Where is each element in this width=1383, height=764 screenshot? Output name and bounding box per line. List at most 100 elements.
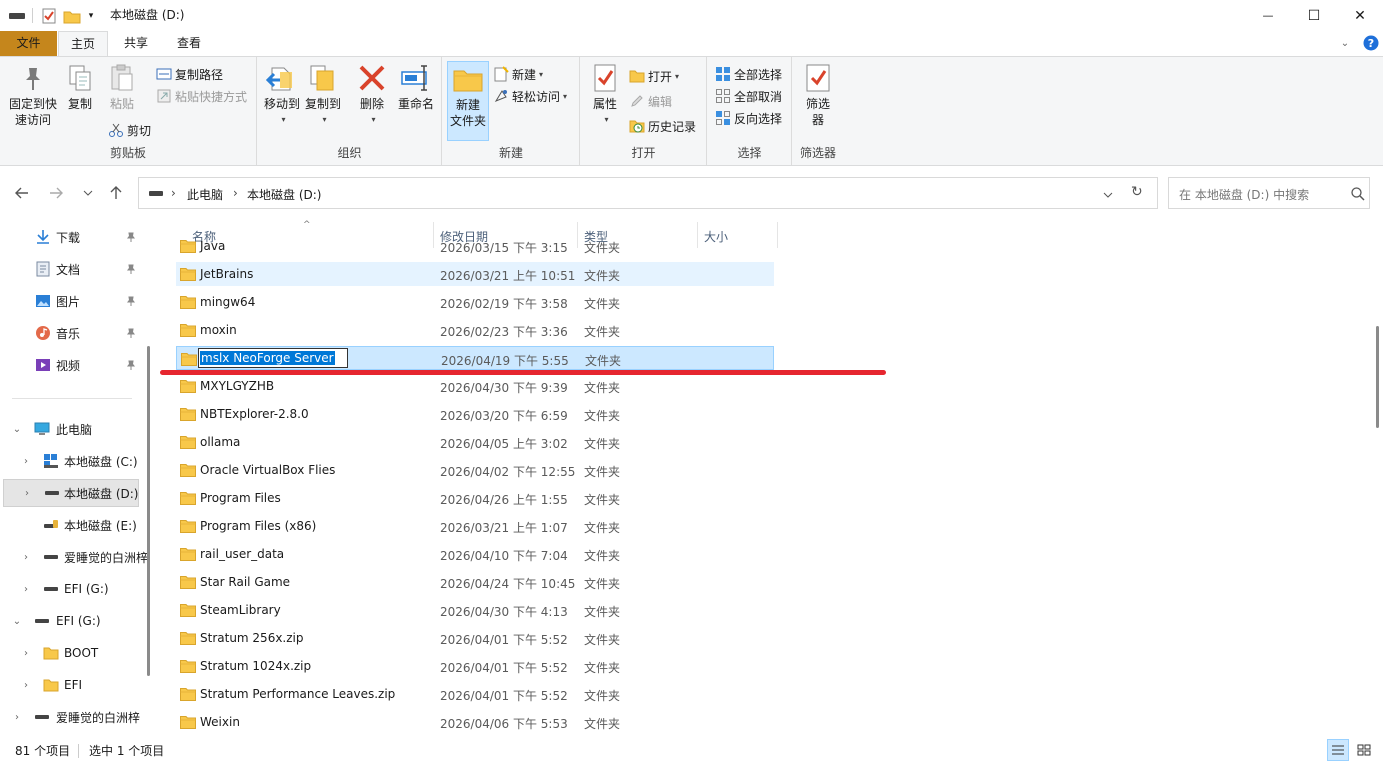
nav-item-drive-f-root[interactable]: › 爱睡觉的白洲梓 — [0, 703, 150, 731]
nav-item-videos[interactable]: 视频 — [0, 351, 150, 379]
select-all-button[interactable]: 全部选择 — [715, 65, 782, 83]
file-row[interactable]: Weixin 2026/04/06 下午 5:53 文件夹 — [176, 710, 774, 734]
maximize-button[interactable]: ☐ — [1291, 0, 1337, 31]
nav-item-drive-c[interactable]: › 本地磁盘 (C:) — [0, 447, 150, 475]
filter-button[interactable]: 筛选 器 — [800, 62, 836, 128]
address-dropdown-icon[interactable] — [1103, 187, 1113, 201]
rename-button[interactable]: 重命名 — [394, 62, 438, 112]
file-row[interactable]: Program Files (x86) 2026/03/21 上午 1:07 文件夹 — [176, 514, 774, 538]
column-separator[interactable] — [777, 222, 778, 248]
chevron-right-icon[interactable]: › — [20, 679, 32, 691]
paste-button[interactable]: 粘贴 — [104, 62, 140, 112]
refresh-icon[interactable]: ↻ — [1131, 184, 1143, 200]
file-row[interactable]: Oracle VirtualBox Flies 2026/04/02 下午 12:… — [176, 458, 774, 482]
nav-item-drive-d[interactable]: › 本地磁盘 (D:) — [3, 479, 139, 507]
file-row[interactable]: JetBrains 2026/03/21 上午 10:51 文件夹 — [176, 262, 774, 286]
file-row[interactable]: Program Files 2026/04/26 上午 1:55 文件夹 — [176, 486, 774, 510]
search-icon[interactable] — [1351, 187, 1365, 201]
file-name: Stratum 256x.zip — [200, 631, 304, 645]
chevron-right-icon[interactable]: › — [21, 487, 33, 499]
rename-input[interactable]: mslx NeoForge Server — [198, 348, 348, 368]
chevron-down-icon[interactable]: ⌄ — [11, 423, 23, 435]
file-row[interactable]: MXYLGYZHB 2026/04/30 下午 9:39 文件夹 — [176, 374, 774, 398]
new-folder-button[interactable]: 新建 文件夹 — [447, 61, 489, 141]
back-button[interactable] — [12, 183, 32, 203]
pin-quick-access-button[interactable]: 固定到快 速访问 — [6, 62, 60, 128]
file-list-scrollbar[interactable] — [1372, 222, 1383, 738]
breadcrumb-item-drive-d[interactable]: 本地磁盘 (D:) — [247, 186, 321, 203]
address-bar[interactable]: › 此电脑 › 本地磁盘 (D:) ↻ — [138, 177, 1158, 209]
help-icon[interactable]: ? — [1363, 35, 1379, 51]
tab-file[interactable]: 文件 — [0, 31, 57, 56]
file-row[interactable]: Star Rail Game 2026/04/24 下午 10:45 文件夹 — [176, 570, 774, 594]
properties-button[interactable]: 属性 ▾ — [587, 62, 623, 128]
search-box[interactable]: 在 本地磁盘 (D:) 中搜索 — [1168, 177, 1370, 209]
nav-item-pictures[interactable]: 图片 — [0, 287, 150, 315]
tab-home[interactable]: 主页 — [58, 31, 108, 57]
copy-to-button[interactable]: 复制到 ▾ — [302, 62, 344, 128]
copy-button[interactable]: 复制 — [62, 62, 98, 112]
file-row[interactable]: Stratum 1024x.zip 2026/04/01 下午 5:52 文件夹 — [176, 654, 774, 678]
nav-item-efi-g-root[interactable]: ⌄ EFI (G:) — [0, 607, 150, 635]
recent-locations-button[interactable] — [78, 183, 98, 203]
nav-item-efi-folder[interactable]: › EFI — [0, 671, 150, 699]
nav-item-documents[interactable]: 文档 — [0, 255, 150, 283]
file-row[interactable]: Stratum Performance Leaves.zip 2026/04/01… — [176, 682, 774, 706]
file-row[interactable]: Stratum 256x.zip 2026/04/01 下午 5:52 文件夹 — [176, 626, 774, 650]
file-row[interactable]: NBTExplorer-2.8.0 2026/03/20 下午 6:59 文件夹 — [176, 402, 774, 426]
invert-selection-button[interactable]: 反向选择 — [715, 109, 782, 127]
details-view-button[interactable] — [1327, 739, 1349, 761]
search-input[interactable]: 在 本地磁盘 (D:) 中搜索 — [1179, 186, 1309, 203]
chevron-right-icon[interactable]: › — [11, 711, 23, 723]
nav-item-drive-e[interactable]: 本地磁盘 (E:) — [0, 511, 150, 539]
nav-scrollbar[interactable] — [147, 346, 150, 676]
file-row[interactable]: ollama 2026/04/05 上午 3:02 文件夹 — [176, 430, 774, 454]
nav-item-this-pc[interactable]: ⌄ 此电脑 — [0, 415, 150, 443]
title-separator — [32, 8, 33, 23]
nav-item-downloads[interactable]: 下载 — [0, 223, 150, 251]
delete-button[interactable]: 删除 ▾ — [354, 62, 390, 128]
breadcrumb-item-this-pc[interactable]: 此电脑 — [187, 186, 223, 203]
copy-path-button[interactable]: 复制路径 — [156, 65, 223, 83]
large-icons-view-button[interactable] — [1353, 739, 1375, 761]
tab-share[interactable]: 共享 — [110, 31, 162, 56]
cut-button[interactable]: 剪切 — [108, 121, 151, 139]
chevron-right-icon[interactable]: › — [20, 583, 32, 595]
nav-item-boot[interactable]: › BOOT — [0, 639, 150, 667]
edit-button[interactable]: 编辑 — [629, 92, 672, 110]
close-button[interactable]: ✕ — [1337, 0, 1383, 31]
select-none-button[interactable]: 全部取消 — [715, 87, 782, 105]
tab-view[interactable]: 查看 — [164, 31, 214, 56]
file-row[interactable]: Java 2026/03/15 下午 3:15 文件夹 — [176, 234, 774, 258]
chevron-right-icon[interactable]: › — [20, 551, 32, 563]
up-button[interactable] — [106, 183, 126, 203]
nav-item-efi-g[interactable]: › EFI (G:) — [0, 575, 150, 603]
file-row[interactable]: mslx NeoForge Server 2026/04/19 下午 5:55 文件… — [176, 346, 774, 370]
nav-item-drive-f[interactable]: › 爱睡觉的白洲梓 — [0, 543, 150, 571]
folder-icon — [43, 679, 59, 692]
forward-button[interactable] — [46, 183, 66, 203]
customize-quick-access-icon[interactable]: ▾ — [84, 7, 98, 25]
paste-shortcut-button[interactable]: 粘贴快捷方式 — [156, 87, 247, 105]
drive-icon[interactable] — [8, 7, 26, 25]
chevron-right-icon[interactable]: › — [20, 647, 32, 659]
nav-label: 本地磁盘 (C:) — [64, 454, 138, 469]
file-row[interactable]: mingw64 2026/02/19 下午 3:58 文件夹 — [176, 290, 774, 314]
file-row[interactable]: SteamLibrary 2026/04/30 下午 4:13 文件夹 — [176, 598, 774, 622]
collapse-ribbon-icon[interactable]: ⌄ — [1337, 35, 1353, 51]
easy-access-button[interactable]: 轻松访问 ▾ — [493, 87, 567, 105]
move-to-button[interactable]: 移动到 ▾ — [262, 62, 302, 128]
properties-caret-icon: ▾ — [604, 115, 609, 124]
minimize-button[interactable]: — — [1245, 0, 1291, 31]
open-button[interactable]: 打开 ▾ — [629, 67, 679, 85]
properties-quick-icon[interactable] — [40, 7, 58, 25]
scrollbar-thumb[interactable] — [1376, 326, 1379, 428]
nav-item-music[interactable]: 音乐 — [0, 319, 150, 347]
new-item-button[interactable]: 新建 ▾ — [493, 65, 543, 83]
file-row[interactable]: moxin 2026/02/23 下午 3:36 文件夹 — [176, 318, 774, 342]
file-row[interactable]: rail_user_data 2026/04/10 下午 7:04 文件夹 — [176, 542, 774, 566]
new-folder-quick-icon[interactable] — [62, 7, 82, 25]
history-button[interactable]: 历史记录 — [629, 117, 696, 135]
chevron-down-icon[interactable]: ⌄ — [11, 615, 23, 627]
chevron-right-icon[interactable]: › — [20, 455, 32, 467]
